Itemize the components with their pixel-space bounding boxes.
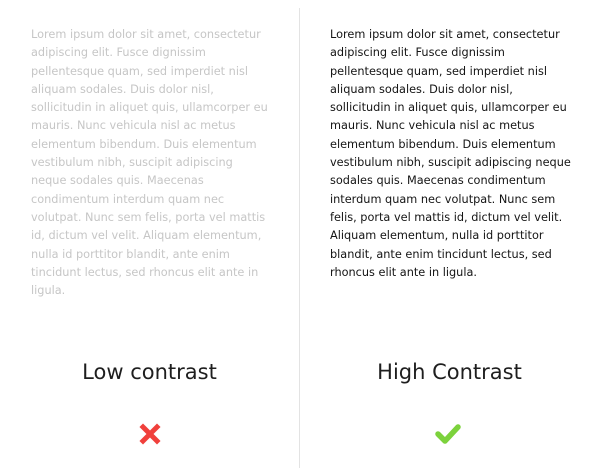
low-contrast-label: Low contrast — [82, 360, 217, 384]
high-contrast-paragraph: Lorem ipsum dolor sit amet, consectetur … — [330, 28, 571, 279]
high-contrast-column: Lorem ipsum dolor sit amet, consectetur … — [300, 0, 599, 476]
cross-icon — [136, 420, 164, 448]
low-contrast-column: Lorem ipsum dolor sit amet, consectetur … — [0, 0, 299, 476]
checkmark-icon — [434, 420, 462, 448]
low-contrast-paragraph: Lorem ipsum dolor sit amet, consectetur … — [31, 28, 268, 298]
high-contrast-label: High Contrast — [377, 360, 522, 384]
